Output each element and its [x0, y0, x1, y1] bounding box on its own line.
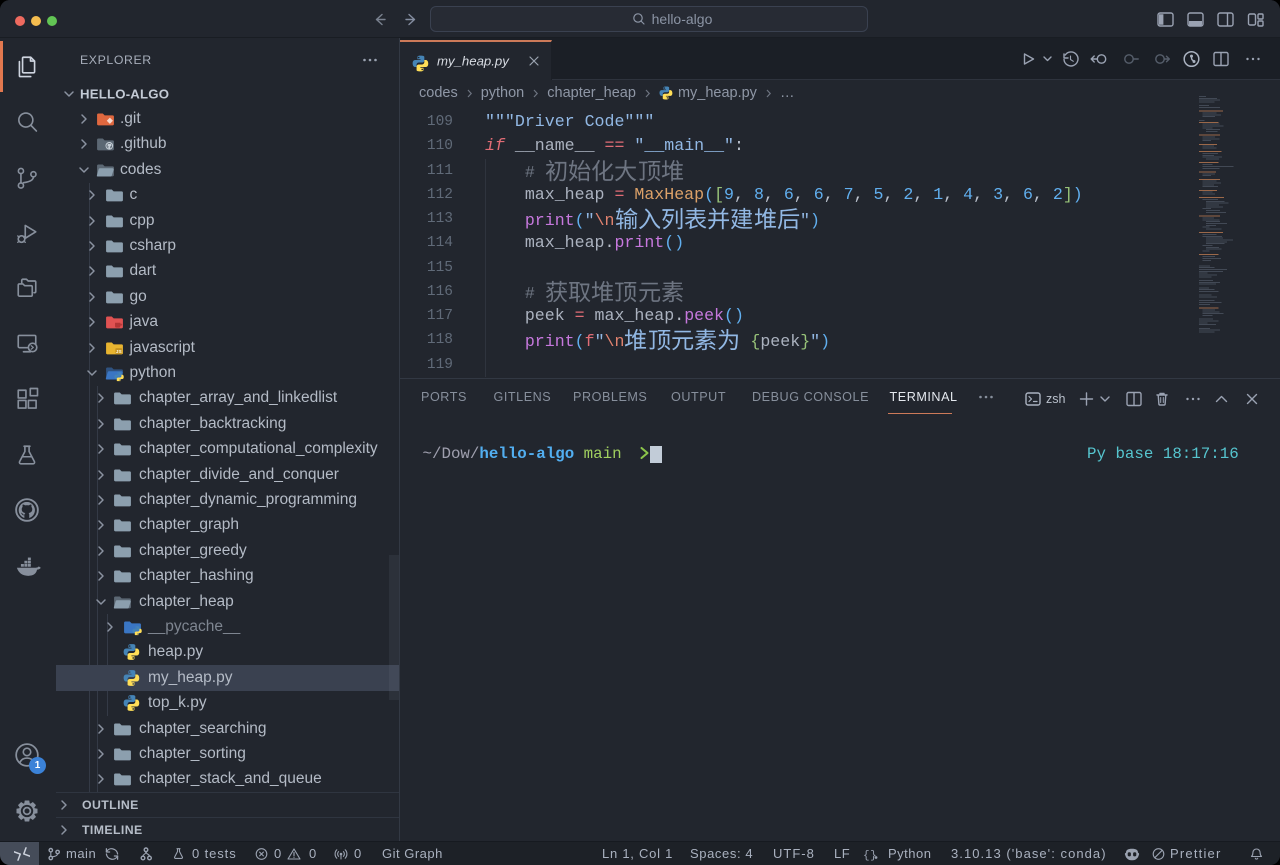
svg-text:JS: JS: [116, 349, 123, 355]
svg-text:{}: {}: [863, 850, 877, 861]
